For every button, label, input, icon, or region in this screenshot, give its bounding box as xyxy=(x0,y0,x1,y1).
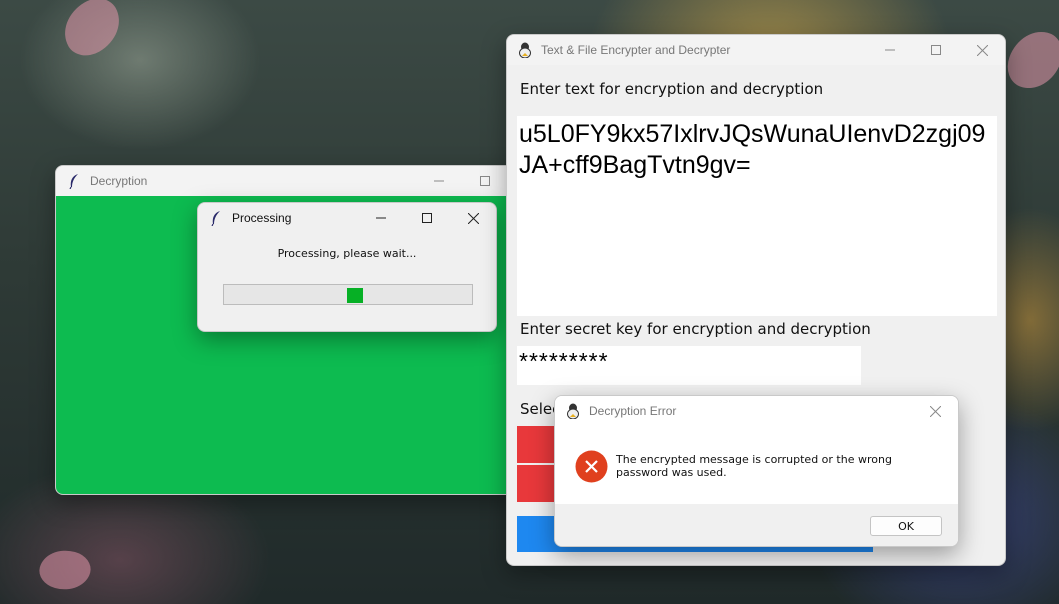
minimize-button[interactable] xyxy=(358,203,404,233)
maximize-button[interactable] xyxy=(913,35,959,65)
main-titlebar[interactable]: Text & File Encrypter and Decrypter xyxy=(507,35,1005,65)
feather-icon xyxy=(66,173,82,189)
minimize-button[interactable] xyxy=(867,35,913,65)
processing-dialog: Processing Processing, please wait... xyxy=(197,202,497,332)
background-petal xyxy=(53,0,131,64)
app-icon xyxy=(517,42,533,58)
close-button[interactable] xyxy=(959,35,1005,65)
decryption-titlebar[interactable]: Decryption xyxy=(56,166,524,196)
maximize-button[interactable] xyxy=(462,166,508,196)
ok-button[interactable]: OK xyxy=(870,516,942,536)
window-title: Decryption Error xyxy=(589,404,677,418)
window-title: Decryption xyxy=(90,174,148,188)
processing-message: Processing, please wait... xyxy=(277,247,417,260)
minimize-button[interactable] xyxy=(416,166,462,196)
feather-icon xyxy=(208,210,224,226)
progress-indicator xyxy=(347,288,363,303)
error-message: The encrypted message is corrupted or th… xyxy=(616,453,892,479)
window-title: Processing xyxy=(232,211,292,225)
text-input-area[interactable]: u5L0FY9kx57IxlrvJQsWunaUIenvD2zgj09JA+cf… xyxy=(517,116,997,316)
background-petal xyxy=(35,544,95,596)
processing-titlebar[interactable]: Processing xyxy=(198,203,496,233)
secret-key-input[interactable]: ********* xyxy=(517,346,861,385)
error-dialog: Decryption Error The encrypted message i… xyxy=(554,395,959,547)
window-title: Text & File Encrypter and Decrypter xyxy=(541,43,731,57)
app-icon xyxy=(565,403,581,419)
error-footer: OK xyxy=(555,504,958,546)
error-icon xyxy=(575,450,608,483)
close-button[interactable] xyxy=(912,396,958,426)
close-button[interactable] xyxy=(450,203,496,233)
progress-bar xyxy=(223,284,473,305)
text-input-label: Enter text for encryption and decryption xyxy=(520,80,824,98)
secret-key-label: Enter secret key for encryption and decr… xyxy=(520,320,871,338)
background-petal xyxy=(1001,23,1059,97)
maximize-button[interactable] xyxy=(404,203,450,233)
error-titlebar[interactable]: Decryption Error xyxy=(555,396,958,426)
